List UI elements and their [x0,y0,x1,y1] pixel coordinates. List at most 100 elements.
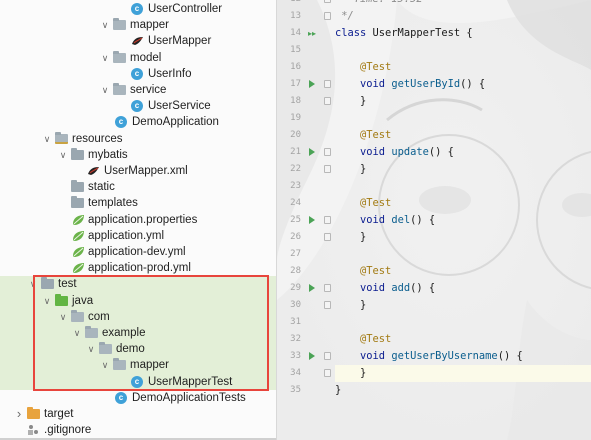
code-line[interactable]: } [335,229,591,246]
line-number: 34 [290,368,301,378]
tree-item[interactable]: application.yml [0,228,276,244]
run-test-icon[interactable] [309,284,315,292]
code-line[interactable]: void getUserByUsername() { [335,348,591,365]
line-number: 26 [290,232,301,242]
code-line[interactable]: @Test [335,195,591,212]
java-class-icon: c [131,67,143,80]
expand-arrow-icon[interactable]: ∨ [58,147,68,163]
code-line[interactable]: @Test [335,263,591,280]
line-number: 18 [290,96,301,106]
run-test-icon[interactable] [309,80,315,88]
tree-item[interactable]: .gitignore [0,422,276,438]
folder-icon [71,180,84,193]
run-test-icon[interactable] [309,148,315,156]
code-line[interactable]: @Test [335,59,591,76]
tree-item[interactable]: c UserController [0,1,276,17]
java-class-icon: c [131,100,143,113]
fold-marker-icon[interactable] [324,301,331,309]
project-tree[interactable]: c UserController ∨ mapper UserMapper ∨ model c U… [0,0,276,440]
run-test-icon[interactable] [309,352,315,360]
tree-item-label: UserMapper.xml [104,165,188,177]
tree-item[interactable]: ∨ model [0,50,276,66]
expand-arrow-icon[interactable]: ∨ [100,17,110,33]
fold-marker-icon[interactable] [324,12,331,20]
expand-arrow-icon[interactable]: ∨ [100,82,110,98]
code-line[interactable]: } [335,297,591,314]
tree-item-label: application-dev.yml [88,246,186,258]
fold-marker-icon[interactable] [324,148,331,156]
line-number: 13 [290,11,301,21]
run-all-tests-icon[interactable]: ▸▸ [308,29,316,38]
expand-arrow-icon[interactable]: ∨ [100,50,110,66]
code-line[interactable]: void del() { [335,212,591,229]
gutter-line: 19 [277,110,333,127]
tree-item[interactable]: ∨ mapper [0,17,276,33]
code-line[interactable]: */ [335,8,591,25]
gutter-line: 25 [277,212,333,229]
gutter-line: 18 [277,93,333,110]
code-line[interactable]: @Test [335,331,591,348]
tree-item[interactable]: application-dev.yml [0,244,276,260]
fold-marker-icon[interactable] [324,352,331,360]
tree-item-label: model [130,51,162,64]
code-line[interactable]: } [335,365,591,382]
fold-marker-icon[interactable] [324,369,331,377]
fold-marker-icon[interactable] [324,216,331,224]
tree-item[interactable]: ∨ mybatis [0,147,276,163]
fold-marker-icon[interactable] [324,284,331,292]
gutter-line: 32 [277,331,333,348]
code-line[interactable]: } [335,161,591,178]
code-line[interactable] [335,314,591,331]
code-line[interactable] [335,42,591,59]
code-line[interactable]: void getUserById() { [335,76,591,93]
code-line[interactable]: void add() { [335,280,591,297]
tree-item[interactable]: application.properties [0,212,276,228]
code-area[interactable]: * Time: 15:52 */class UserMapperTest { @… [335,0,591,440]
tree-item-label: service [130,84,167,96]
gutter-line: 14 ▸▸ [277,25,333,42]
tree-item-label: UserService [148,100,211,113]
tree-item[interactable]: templates [0,195,276,211]
line-number: 15 [290,45,301,55]
code-line[interactable]: } [335,382,591,399]
tree-item-label: UserMapper [148,35,212,48]
tree-item[interactable]: › target [0,406,276,422]
package-folder-icon [113,18,126,31]
code-line[interactable]: } [335,93,591,110]
fold-marker-icon[interactable] [324,0,331,3]
tree-item[interactable]: ∨ resources [0,131,276,147]
fold-marker-icon[interactable] [324,165,331,173]
fold-marker-icon[interactable] [324,233,331,241]
tree-item[interactable]: application-prod.yml [0,260,276,276]
tree-item-label: application.yml [88,229,165,242]
gutter-line: 35 [277,382,333,399]
code-line[interactable] [335,246,591,263]
code-line[interactable]: void update() { [335,144,591,161]
expand-arrow-icon[interactable]: ∨ [42,131,52,147]
code-editor[interactable]: 12 13 14 ▸▸ 15 16 17 18 19 20 21 22 23 24 25 26 27 28 29 30… [277,0,591,440]
tree-item[interactable]: c DemoApplicationTests [0,390,276,406]
tree-item[interactable]: ∨ service [0,82,276,98]
collapse-arrow-icon[interactable]: › [14,406,24,422]
fold-marker-icon[interactable] [324,80,331,88]
run-test-icon[interactable] [309,216,315,224]
code-line[interactable] [335,178,591,195]
tree-item[interactable]: static [0,179,276,195]
tree-item[interactable]: UserMapper [0,33,276,49]
code-line[interactable] [335,110,591,127]
code-line[interactable]: class UserMapperTest { [335,25,591,42]
gutter-line: 23 [277,178,333,195]
tree-item[interactable]: c UserInfo [0,66,276,82]
tree-item[interactable]: UserMapper.xml [0,163,276,179]
line-number: 20 [290,130,301,140]
fold-marker-icon[interactable] [324,97,331,105]
line-number: 12 [290,0,301,8]
tree-item-label: target [44,408,74,420]
spring-config-icon [71,214,84,226]
code-line[interactable]: * Time: 15:52 [335,0,591,8]
tree-item-label: .gitignore [44,424,92,437]
tree-item[interactable]: c DemoApplication [0,114,276,130]
tree-item-label: application-prod.yml [88,262,191,275]
code-line[interactable]: @Test [335,127,591,144]
tree-item[interactable]: c UserService [0,98,276,114]
